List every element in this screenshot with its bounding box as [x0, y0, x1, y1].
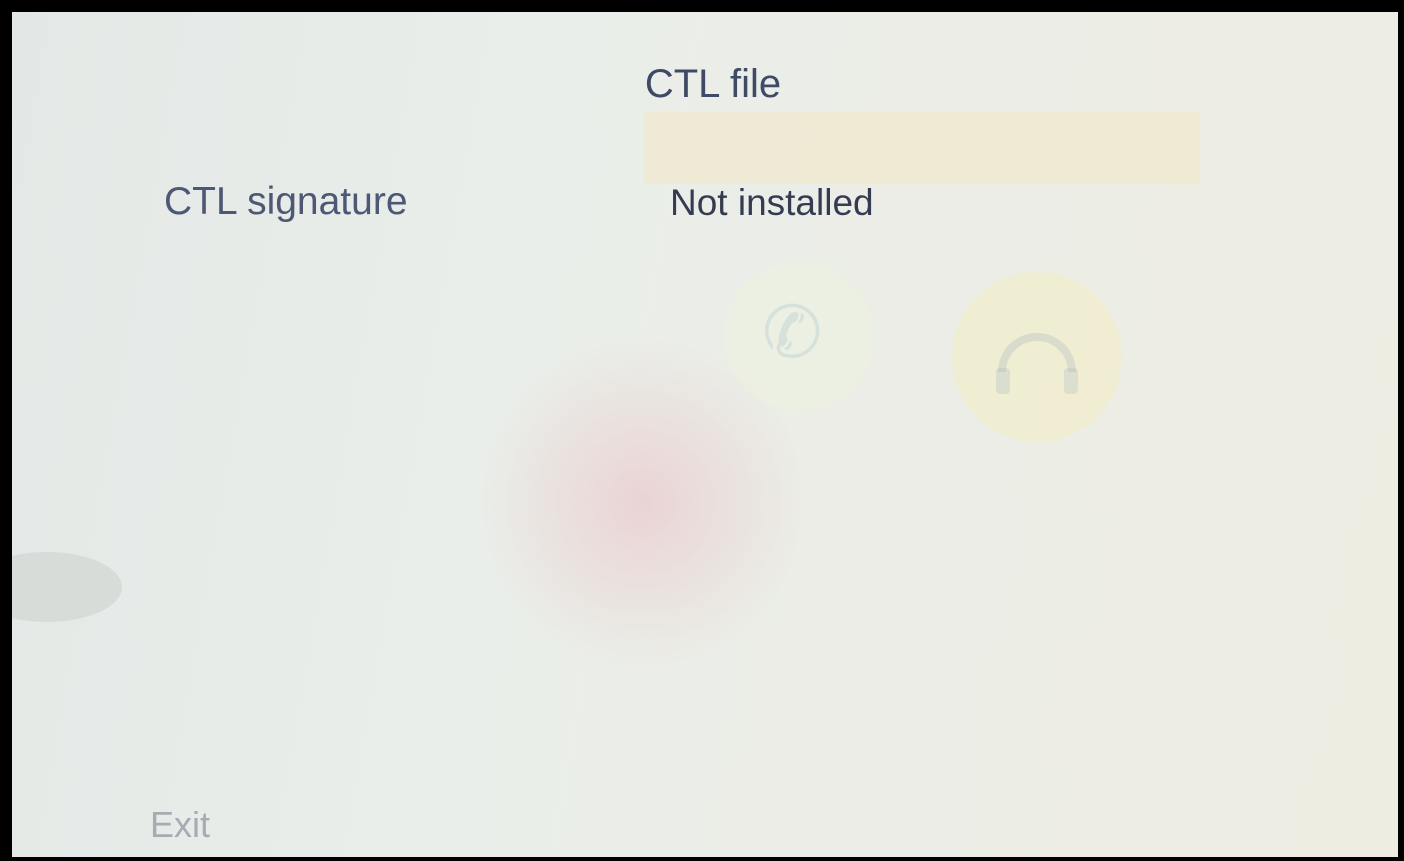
ghost-red-blob [482, 332, 802, 672]
ghost-headset-circle [952, 272, 1122, 442]
ghost-banner [644, 112, 1200, 184]
phone-screen: ✆ CTL file CTL signature Not installed E… [12, 12, 1398, 857]
ctl-signature-label: CTL signature [164, 180, 408, 223]
headset-icon [996, 333, 1078, 394]
device-bezel: ✆ CTL file CTL signature Not installed E… [0, 0, 1404, 861]
phone-icon: ✆ [762, 293, 823, 373]
ctl-signature-value: Not installed [670, 182, 874, 223]
exit-softkey[interactable]: Exit [150, 804, 210, 846]
page-title: CTL file [644, 62, 782, 106]
ghost-smudge [12, 552, 122, 622]
